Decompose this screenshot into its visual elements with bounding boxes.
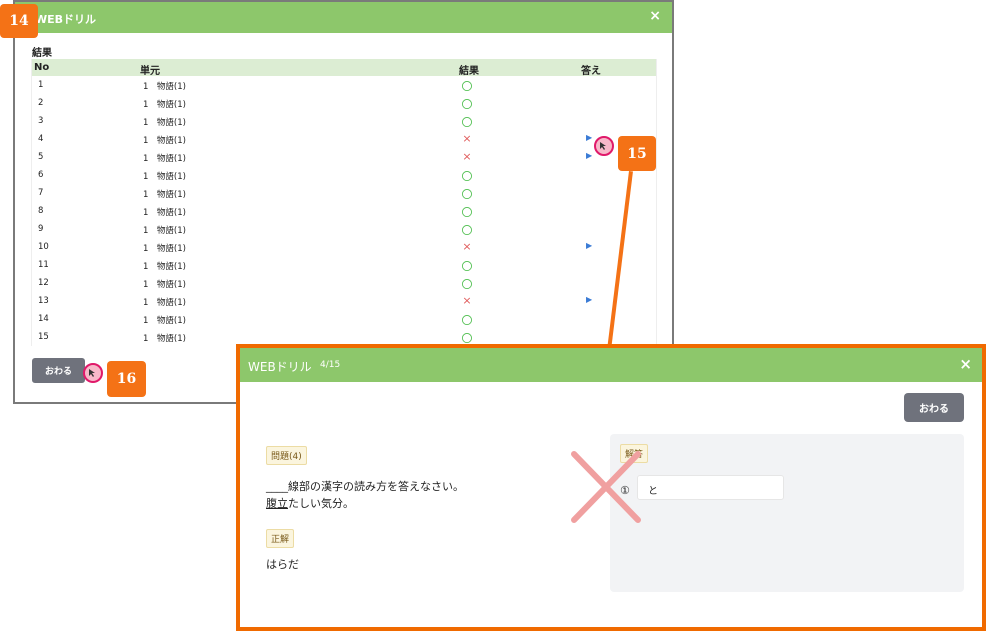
row-number: 7 <box>38 188 44 198</box>
play-answer-icon[interactable]: ▶ <box>586 151 592 160</box>
play-answer-icon[interactable]: ▶ <box>586 133 592 142</box>
correct-mark-icon: 〇 <box>461 98 473 111</box>
table-row: 13 1 物語(1) × ▶ <box>32 292 656 310</box>
row-number: 1 <box>38 80 44 90</box>
row-unit: 1 物語(1) <box>143 208 186 218</box>
header-unit: 単元 <box>140 66 160 77</box>
row-number: 12 <box>38 278 49 288</box>
header-answer: 答え <box>581 66 601 77</box>
row-number: 13 <box>38 296 49 306</box>
question-window-title: WEBドリル <box>248 360 312 374</box>
table-row: 10 1 物語(1) × ▶ <box>32 238 656 256</box>
row-number: 9 <box>38 224 44 234</box>
incorrect-x-icon <box>571 451 641 523</box>
table-row: 14 1 物語(1) 〇 <box>32 310 656 328</box>
correct-mark-icon: 〇 <box>461 278 473 291</box>
row-unit: 1 物語(1) <box>143 82 186 92</box>
results-titlebar: WEBドリル × <box>15 2 672 33</box>
question-text: ____線部の漢字の読み方を答えなさい。 腹立たしい気分。 <box>266 478 464 512</box>
results-table-header: No 単元 結果 答え <box>32 59 656 77</box>
results-section-label: 結果 <box>32 48 52 59</box>
row-unit: 1 物語(1) <box>143 244 186 254</box>
question-underlined-word: 腹立 <box>266 497 288 510</box>
user-answer-field: と <box>637 475 784 500</box>
row-unit: 1 物語(1) <box>143 262 186 272</box>
results-window-title: WEBドリル <box>35 13 97 26</box>
question-detail-window: WEBドリル 4/15 × おわる 問題(4) ____線部の漢字の読み方を答え… <box>236 344 986 631</box>
correct-mark-icon: 〇 <box>461 224 473 237</box>
correct-mark-icon: 〇 <box>461 314 473 327</box>
results-table: No 単元 結果 答え 11 物語(1) 〇 2 1 物語(1) 〇 3 1 物語(1) 〇 4… <box>31 59 657 346</box>
correct-mark-icon: 〇 <box>461 116 473 129</box>
question-sentence-rest: たしい気分。 <box>288 497 354 510</box>
row-number: 10 <box>38 242 49 252</box>
cursor-icon <box>83 363 103 383</box>
question-sentence: 腹立たしい気分。 <box>266 495 464 512</box>
wrong-mark-icon: × <box>462 294 472 307</box>
correct-mark-icon: 〇 <box>461 170 473 183</box>
table-row: 11 1 物語(1) 〇 <box>32 256 656 274</box>
wrong-mark-icon: × <box>462 240 472 253</box>
row-number: 6 <box>38 170 44 180</box>
wrong-mark-icon: × <box>462 150 472 163</box>
row-number: 15 <box>38 332 49 342</box>
close-icon[interactable]: × <box>649 8 661 24</box>
header-result: 結果 <box>459 66 479 77</box>
row-unit: 1 物語(1) <box>143 334 186 344</box>
end-button[interactable]: おわる <box>904 393 964 422</box>
row-number: 2 <box>38 98 44 108</box>
row-number: 11 <box>38 260 49 270</box>
question-tag: 問題(4) <box>266 446 307 465</box>
table-row: 8 1 物語(1) 〇 <box>32 202 656 220</box>
table-row: 2 1 物語(1) 〇 <box>32 94 656 112</box>
row-unit: 1 物語(1) <box>143 316 186 326</box>
callout-16: 16 <box>107 361 146 397</box>
row-unit: 1 物語(1) <box>143 280 186 290</box>
table-row: 5 1 物語(1) × ▶ <box>32 148 656 166</box>
correct-mark-icon: 〇 <box>461 80 473 93</box>
row-unit: 1 物語(1) <box>143 154 186 164</box>
correct-answer-tag: 正解 <box>266 529 295 548</box>
table-row: 4 1 物語(1) × ▶ <box>32 130 656 148</box>
play-answer-icon[interactable]: ▶ <box>586 241 592 250</box>
correct-mark-icon: 〇 <box>461 206 473 219</box>
correct-mark-icon: 〇 <box>461 188 473 201</box>
user-answer-panel: 解答 ① と <box>610 434 964 592</box>
row-unit: 1 物語(1) <box>143 118 186 128</box>
row-number: 3 <box>38 116 44 126</box>
table-row: 6 1 物語(1) 〇 <box>32 166 656 184</box>
row-unit: 1 物語(1) <box>143 298 186 308</box>
row-unit: 1 物語(1) <box>143 172 186 182</box>
correct-mark-icon: 〇 <box>461 260 473 273</box>
question-instruction: ____線部の漢字の読み方を答えなさい。 <box>266 480 464 493</box>
correct-answer-text: はらだ <box>266 558 299 571</box>
table-row: 3 1 物語(1) 〇 <box>32 112 656 130</box>
header-no: No <box>34 62 50 73</box>
row-number: 14 <box>38 314 49 324</box>
table-row: 7 1 物語(1) 〇 <box>32 184 656 202</box>
question-titlebar: WEBドリル 4/15 × <box>240 348 982 382</box>
cursor-icon <box>594 136 614 156</box>
table-row: 9 1 物語(1) 〇 <box>32 220 656 238</box>
table-row: 12 1 物語(1) 〇 <box>32 274 656 292</box>
question-counter: 4/15 <box>320 360 341 370</box>
callout-14: 14 <box>0 4 38 38</box>
row-number: 5 <box>38 152 44 162</box>
callout-15: 15 <box>618 136 656 171</box>
row-number: 4 <box>38 134 44 144</box>
row-number: 8 <box>38 206 44 216</box>
row-unit: 1 物語(1) <box>143 190 186 200</box>
row-unit: 1 物語(1) <box>143 226 186 236</box>
row-unit: 1 物語(1) <box>143 136 186 146</box>
wrong-mark-icon: × <box>462 132 472 145</box>
close-icon[interactable]: × <box>959 355 972 373</box>
row-unit: 1 物語(1) <box>143 100 186 110</box>
end-button[interactable]: おわる <box>32 358 85 383</box>
play-answer-icon[interactable]: ▶ <box>586 295 592 304</box>
table-row: 1 1 物語(1) 〇 <box>32 76 656 94</box>
